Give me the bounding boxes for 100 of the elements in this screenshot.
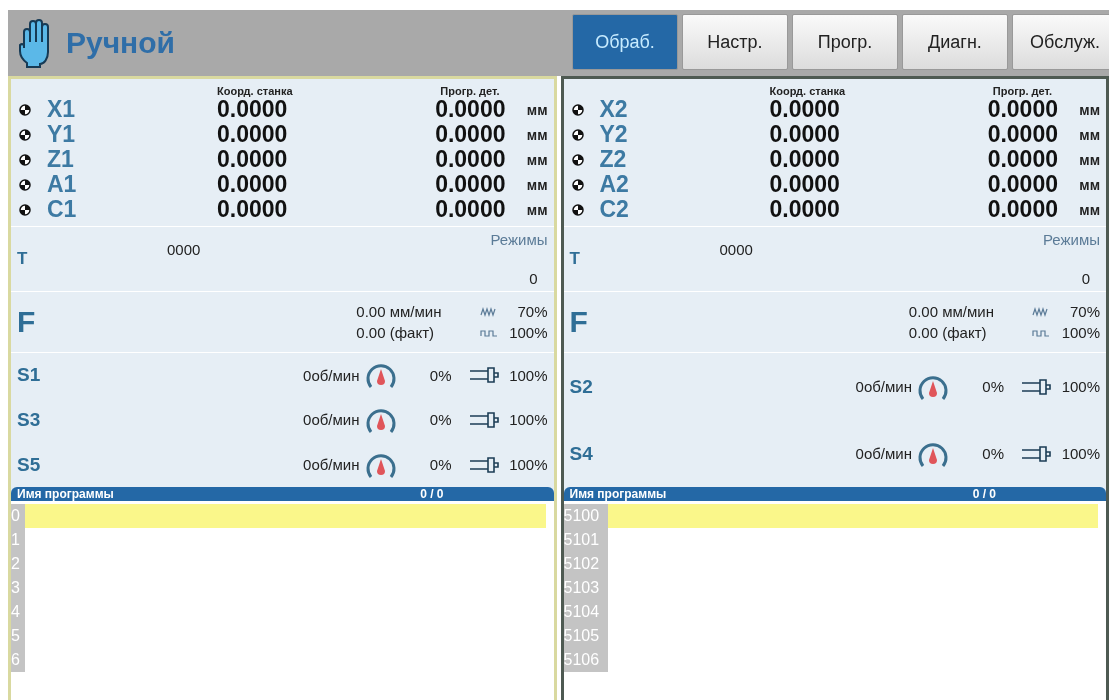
spindle-override-icon (1020, 444, 1052, 463)
feed-override: 100% (1061, 324, 1100, 341)
mode-title: Ручной (66, 26, 175, 60)
program-coordinate: 0.0000 (986, 97, 1058, 122)
unit-label: мм (1078, 176, 1100, 193)
feed-wave-icon (1032, 327, 1050, 338)
axis-reference-icon (571, 103, 584, 116)
axis-reference-icon (571, 178, 584, 191)
tab[interactable]: Диагн. (902, 14, 1008, 70)
program-count: 0 / 0 (420, 487, 444, 501)
program-coordinate: 0.0000 (434, 197, 506, 222)
machine-coordinate: 0.0000 (769, 122, 841, 147)
line-number: 5105 (563, 624, 608, 648)
program-coordinate: 0.0000 (986, 122, 1058, 147)
machine-coordinate: 0.0000 (217, 122, 289, 147)
column-header: Прогр. дет. (439, 85, 501, 97)
tab[interactable]: Настр. (682, 14, 788, 70)
axis-name: C2 (599, 197, 630, 222)
axis-name: Z1 (47, 147, 75, 172)
spindle-name: S3 (17, 409, 42, 431)
tool-number: 0000 (167, 241, 201, 258)
tab[interactable]: Обслуж. (1012, 14, 1109, 70)
unit-label: мм (525, 151, 548, 168)
tab[interactable]: Прогр. (792, 14, 898, 70)
axis-name: X1 (47, 97, 77, 122)
machine-coordinate: 0.0000 (769, 147, 841, 172)
program-coordinate: 0.0000 (986, 197, 1058, 222)
column-header: Коорд. станка (217, 85, 294, 97)
machine-coordinate: 0.0000 (769, 197, 841, 222)
spindle-override-icon (467, 366, 500, 385)
axis-reference-icon (19, 178, 31, 191)
program-name-header: Имя программы (569, 487, 667, 501)
spindle-speed: 0об/мин (303, 366, 360, 384)
machine-coordinate: 0.0000 (217, 172, 289, 197)
spindle-load: 0% (428, 366, 452, 384)
program-count: 0 / 0 (972, 487, 996, 501)
rapid-override: 70% (1069, 303, 1100, 320)
spindle-name: S5 (17, 453, 42, 476)
spindle-speed: 0об/мин (855, 445, 912, 462)
machine-coordinate: 0.0000 (217, 147, 289, 172)
unit-label: мм (1078, 201, 1100, 218)
program-coordinate: 0.0000 (986, 147, 1058, 172)
actual-feed: 0.00 (факт) (356, 324, 434, 341)
spindle-override: 100% (508, 411, 548, 429)
machine-coordinate: 0.0000 (769, 97, 841, 122)
tab[interactable]: Обраб. (572, 14, 678, 70)
line-number: 1 (11, 528, 25, 552)
spindle-override: 100% (508, 456, 548, 474)
rapid-wave-icon (1032, 306, 1050, 317)
axis-name: Z2 (599, 147, 628, 172)
line-number: 0 (11, 504, 25, 528)
feed-label: F (17, 305, 37, 339)
unit-label: мм (525, 126, 548, 143)
axis-reference-icon (19, 128, 31, 141)
spindle-load: 0% (428, 411, 452, 429)
tool-label: T (569, 249, 580, 269)
spindle-override: 100% (508, 366, 548, 384)
feed-rate: 0.00 мм/мин (356, 303, 442, 320)
axis-reference-icon (571, 153, 584, 166)
spindle-speed: 0об/мин (855, 378, 912, 395)
line-number: 5101 (563, 528, 608, 552)
spindle-speed: 0об/мин (303, 411, 360, 429)
spindle-speed: 0об/мин (303, 456, 360, 474)
program-coordinate: 0.0000 (986, 172, 1058, 197)
machine-coordinate: 0.0000 (217, 197, 289, 222)
unit-label: мм (525, 176, 548, 193)
line-number: 5100 (563, 504, 608, 528)
line-number: 2 (11, 552, 25, 576)
actual-feed: 0.00 (факт) (908, 324, 987, 341)
rapid-override: 70% (517, 303, 548, 320)
program-coordinate: 0.0000 (434, 147, 506, 172)
modes-label: Режимы (1042, 231, 1100, 248)
line-number: 4 (11, 600, 25, 624)
feed-label: F (569, 305, 589, 339)
tool-label: T (17, 249, 28, 269)
feed-rate: 0.00 мм/мин (908, 303, 994, 320)
program-coordinate: 0.0000 (434, 122, 506, 147)
line-number: 5 (11, 624, 25, 648)
feed-wave-icon (479, 327, 498, 338)
unit-label: мм (1078, 126, 1100, 143)
unit-label: мм (1078, 151, 1100, 168)
unit-label: мм (525, 201, 548, 218)
spindle-override-icon (467, 455, 500, 474)
line-number: 5103 (563, 576, 608, 600)
program-coordinate: 0.0000 (434, 172, 506, 197)
feed-override: 100% (509, 324, 548, 341)
unit-label: мм (525, 101, 548, 118)
line-number: 5104 (563, 600, 608, 624)
axis-name: Y1 (47, 122, 77, 147)
unit-label: мм (1078, 101, 1100, 118)
spindle-name: S1 (17, 364, 42, 387)
modes-value: 0 (529, 270, 539, 287)
spindle-load: 0% (981, 445, 1004, 462)
program-name-header: Имя программы (17, 487, 114, 501)
column-header: Коорд. станка (769, 85, 847, 97)
axis-reference-icon (19, 153, 31, 166)
axis-reference-icon (19, 103, 31, 116)
spindle-name: S4 (569, 442, 594, 465)
spindle-override: 100% (1060, 445, 1100, 462)
column-header: Прогр. дет. (991, 85, 1053, 97)
